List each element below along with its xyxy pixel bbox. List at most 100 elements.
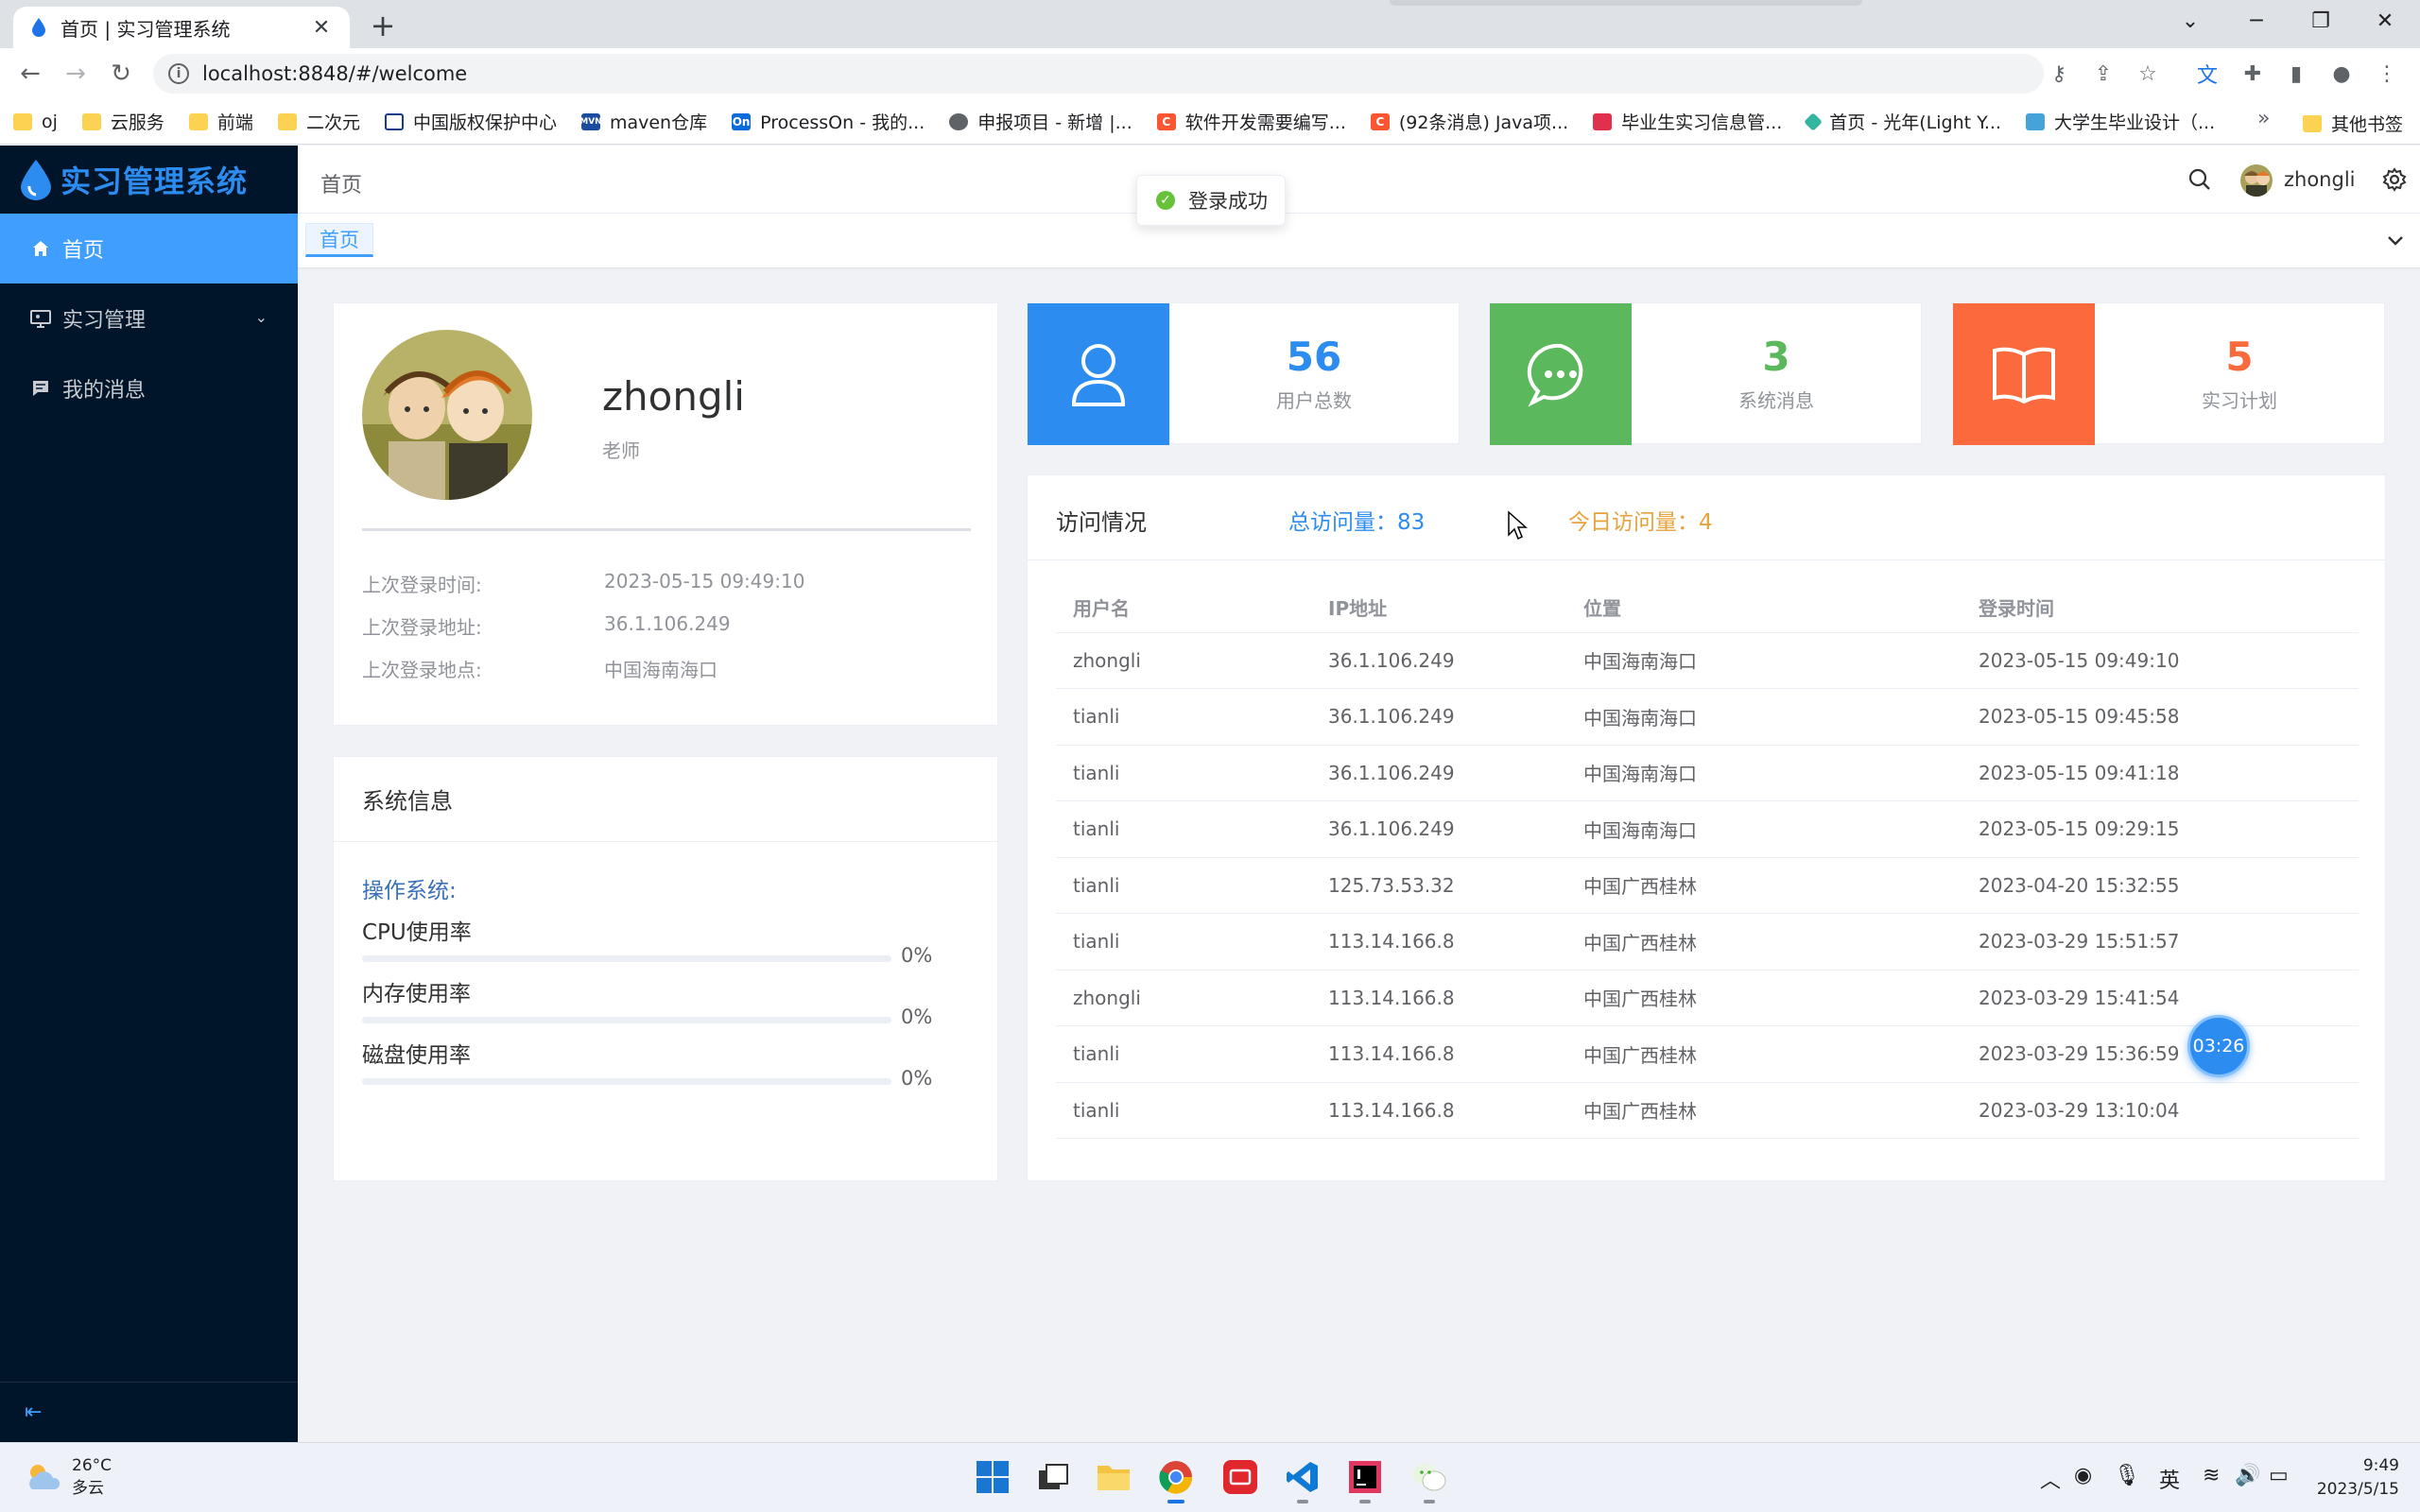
- bookmark-4[interactable]: 中国版权保护中心: [384, 109, 557, 134]
- stat-card-plans[interactable]: 5 实习计划: [1952, 302, 2385, 445]
- site-info-icon[interactable]: i: [168, 63, 189, 84]
- tab-close-icon[interactable]: ✕: [310, 16, 333, 40]
- bookmark-label: 云服务: [110, 112, 164, 133]
- browser-tab[interactable]: 首页 | 实习管理系统 ✕: [13, 7, 350, 48]
- site-icon: [2025, 112, 2045, 130]
- weather-widget[interactable]: 26°C 多云: [25, 1454, 112, 1500]
- table-cell: 113.14.166.8: [1311, 970, 1566, 1026]
- floating-timer[interactable]: 03:26: [2187, 1015, 2250, 1077]
- folder-icon: [2303, 114, 2322, 132]
- sidebar-item-internship[interactable]: 实习管理 ⌄: [0, 284, 298, 353]
- new-tab-button[interactable]: +: [367, 9, 399, 42]
- check-circle-icon: ✓: [1156, 191, 1175, 210]
- table-cell: 36.1.106.249: [1311, 688, 1566, 746]
- intellij-icon[interactable]: [1344, 1456, 1386, 1503]
- back-icon[interactable]: ←: [13, 57, 47, 91]
- csdn-icon: C: [1156, 112, 1176, 130]
- youdao-icon[interactable]: [1219, 1456, 1261, 1498]
- vscode-icon[interactable]: [1282, 1456, 1323, 1503]
- header-username[interactable]: zhongli: [2284, 168, 2356, 191]
- bookmark-label: (92条消息) Java项...: [1398, 112, 1569, 133]
- table-cell: tianli: [1056, 800, 1311, 858]
- bookmark-1[interactable]: 云服务: [81, 109, 164, 134]
- bookmark-star-icon[interactable]: ☆: [2134, 60, 2162, 88]
- table-cell: 113.14.166.8: [1311, 1025, 1566, 1083]
- table-cell: 2023-03-29 15:36:59: [1962, 1025, 2359, 1083]
- sidebar-item-label: 我的消息: [62, 379, 147, 403]
- table-row: tianli 113.14.166.8 中国广西桂林 2023-03-29 15:51…: [1056, 913, 2359, 971]
- bookmark-7[interactable]: 申报项目 - 新增 |...: [949, 109, 1132, 134]
- other-bookmarks[interactable]: 其他书签: [2303, 111, 2403, 136]
- stat-card-messages[interactable]: 3 系统消息: [1489, 302, 1922, 445]
- wechat-icon[interactable]: [1409, 1456, 1450, 1503]
- forward-icon[interactable]: →: [59, 57, 93, 91]
- stat-card-users[interactable]: 56 用户总数: [1027, 302, 1460, 445]
- breadcrumb[interactable]: 首页: [320, 168, 362, 198]
- user-icon: [1028, 303, 1169, 445]
- profile-name: zhongli: [602, 373, 745, 420]
- bookmarks-overflow-icon[interactable]: »: [2257, 107, 2270, 130]
- tab-search-icon[interactable]: ⌄: [2169, 0, 2212, 42]
- task-view-icon[interactable]: [1032, 1456, 1074, 1498]
- wifi-icon[interactable]: ≋: [2203, 1464, 2220, 1487]
- restore-button[interactable]: ❐: [2299, 0, 2342, 42]
- bookmark-3[interactable]: 二次元: [277, 109, 360, 134]
- volume-icon[interactable]: 🔊: [2235, 1464, 2260, 1487]
- cpu-meter: CPU使用率 0%: [362, 914, 967, 967]
- avatar[interactable]: [2240, 164, 2273, 197]
- memory-meter: 内存使用率 0%: [362, 975, 967, 1028]
- collapse-menu-icon[interactable]: ⇤: [0, 1382, 298, 1442]
- bookmark-5[interactable]: MVN maven仓库: [579, 109, 707, 134]
- share-icon[interactable]: ⇪: [2089, 60, 2118, 88]
- tag-home[interactable]: 首页: [305, 223, 373, 257]
- start-windows-icon[interactable]: [972, 1456, 1013, 1498]
- close-window-button[interactable]: ✕: [2363, 0, 2407, 42]
- message-icon: [30, 378, 51, 399]
- side-panel-icon[interactable]: ▮: [2282, 60, 2310, 88]
- ime-indicator[interactable]: 英: [2159, 1464, 2180, 1494]
- today-visits: 今日访问量：4: [1568, 510, 1713, 535]
- row-value: 中国海南海口: [604, 659, 717, 681]
- search-icon[interactable]: [2187, 166, 2213, 193]
- book-icon: [1953, 303, 2095, 445]
- table-cell: 2023-05-15 09:45:58: [1962, 688, 2359, 746]
- meter-percent: 0%: [901, 1067, 933, 1090]
- bookmark-9[interactable]: C (92条消息) Java项...: [1370, 109, 1569, 134]
- translate-icon[interactable]: 文: [2193, 60, 2221, 88]
- os-label: 操作系统:: [362, 879, 457, 903]
- chrome-icon[interactable]: [1155, 1456, 1197, 1503]
- row-label: 上次登录地址:: [362, 616, 482, 639]
- qq-icon[interactable]: ◉: [2074, 1464, 2092, 1487]
- app-logo[interactable]: 实习管理系统: [0, 146, 298, 214]
- minimize-button[interactable]: ─: [2235, 0, 2278, 42]
- table-cell: 中国海南海口: [1566, 688, 1962, 746]
- chevron-down-icon[interactable]: [2384, 229, 2407, 251]
- weather-desc: 多云: [72, 1479, 104, 1498]
- gear-icon[interactable]: [2381, 166, 2408, 193]
- bookmark-10[interactable]: 毕业生实习信息管...: [1593, 109, 1782, 134]
- extensions-icon[interactable]: ✚: [2238, 60, 2267, 88]
- file-explorer-icon[interactable]: [1093, 1456, 1134, 1498]
- profile-icon[interactable]: ●: [2327, 60, 2356, 88]
- menu-kebab-icon[interactable]: ⋮: [2373, 60, 2401, 88]
- reload-icon[interactable]: ↻: [104, 57, 138, 91]
- microphone-icon[interactable]: 🎙: [2114, 1464, 2140, 1487]
- bookmark-6[interactable]: On ProcessOn - 我的...: [732, 109, 925, 134]
- table-cell: 中国广西桂林: [1566, 857, 1962, 914]
- system-clock[interactable]: 9:49 2023/5/15: [2307, 1454, 2399, 1502]
- bookmark-8[interactable]: C 软件开发需要编写...: [1156, 109, 1346, 134]
- key-icon[interactable]: ⚷: [2045, 60, 2073, 88]
- bookmark-0[interactable]: oj: [13, 112, 58, 132]
- tray-overflow-icon[interactable]: ︿: [2040, 1464, 2061, 1494]
- bookmark-12[interactable]: 大学生毕业设计（...: [2025, 109, 2215, 134]
- address-bar[interactable]: i localhost:8848/#/welcome: [153, 54, 2044, 94]
- mouse-cursor-icon: [1508, 510, 1528, 541]
- sidebar-item-home[interactable]: 首页: [0, 214, 298, 284]
- bookmark-2[interactable]: 前端: [188, 109, 253, 134]
- table-cell: 中国广西桂林: [1566, 913, 1962, 971]
- battery-icon[interactable]: ▭: [2269, 1464, 2289, 1487]
- processon-icon: On: [732, 112, 752, 130]
- table-cell: tianli: [1056, 688, 1311, 746]
- bookmark-11[interactable]: 首页 - 光年(Light Y...: [1804, 109, 2001, 134]
- sidebar-item-messages[interactable]: 我的消息: [0, 353, 298, 423]
